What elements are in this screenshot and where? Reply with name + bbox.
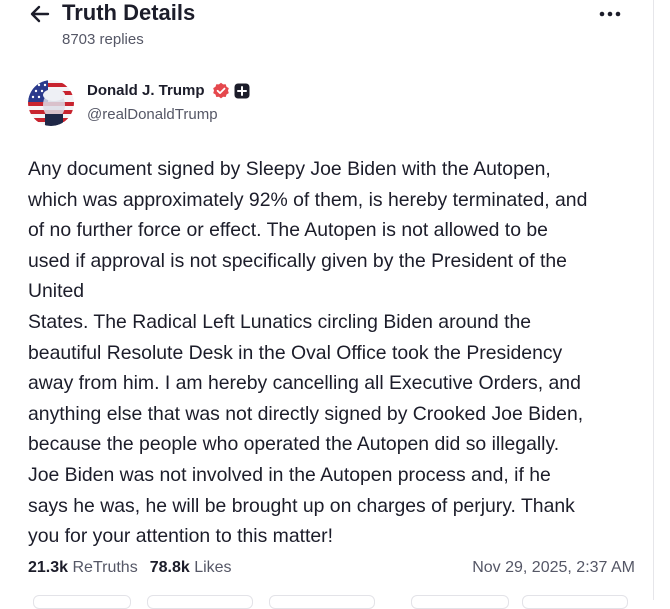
- author-handle[interactable]: @realDonaldTrump: [87, 106, 218, 123]
- reply-count: 8703 replies: [62, 31, 144, 48]
- likes-label: Likes: [194, 559, 232, 576]
- back-button[interactable]: [28, 2, 52, 26]
- retruths-count: 21.3k: [28, 559, 69, 576]
- post-line: anything else that was not directly sign…: [28, 402, 584, 425]
- likes-stat[interactable]: 78.8k Likes: [150, 559, 232, 577]
- avatar[interactable]: [28, 80, 74, 126]
- author-name[interactable]: Donald J. Trump: [87, 82, 205, 99]
- post-stats: 21.3k ReTruths 78.8k Likes: [28, 559, 232, 577]
- save-action-button[interactable]: [522, 595, 628, 609]
- post-line: which was approximately 92% of them, is …: [28, 188, 588, 211]
- post-line: of no further force or effect. The Autop…: [28, 219, 548, 242]
- more-horizontal-icon: [599, 11, 621, 17]
- like-action-button[interactable]: [269, 595, 375, 609]
- post-line: Any document signed by Sleepy Joe Biden …: [28, 158, 551, 180]
- retruth-action-button[interactable]: [147, 595, 253, 609]
- column-divider: [653, 0, 654, 600]
- post-text: Any document signed by Sleepy Joe Biden …: [28, 154, 648, 552]
- reply-action-button[interactable]: [33, 595, 131, 609]
- more-options-button[interactable]: [598, 6, 622, 22]
- avatar-image: [28, 80, 74, 126]
- truth-details-page: Truth Details 8703 replies Donald J. Tru…: [0, 0, 670, 609]
- post-line: says he was, he will be brought up on ch…: [28, 494, 575, 517]
- likes-count: 78.8k: [149, 559, 190, 576]
- post-line: away from him. I am hereby cancelling al…: [28, 372, 581, 395]
- retruths-label: ReTruths: [72, 559, 138, 576]
- verified-badge-icon: [212, 82, 230, 100]
- post-line: States. The Radical Left Lunatics circli…: [28, 310, 532, 333]
- post-line: beautiful Resolute Desk in the Oval Offi…: [28, 341, 563, 364]
- post-line: used if approval is not specifically giv…: [28, 249, 567, 272]
- arrow-left-icon: [30, 5, 50, 23]
- post-line: United: [28, 280, 85, 303]
- share-action-button[interactable]: [411, 595, 509, 609]
- post-line: Joe Biden was not involved in the Autope…: [28, 463, 551, 486]
- page-title: Truth Details: [62, 0, 196, 25]
- retruths-stat[interactable]: 21.3k ReTruths: [28, 559, 138, 577]
- plus-badge-icon: [234, 83, 250, 99]
- post-line: because the people who operated the Auto…: [28, 433, 560, 456]
- post-line: you for your attention to this matter!: [28, 525, 334, 548]
- post-timestamp: Nov 29, 2025, 2:37 AM: [472, 559, 635, 576]
